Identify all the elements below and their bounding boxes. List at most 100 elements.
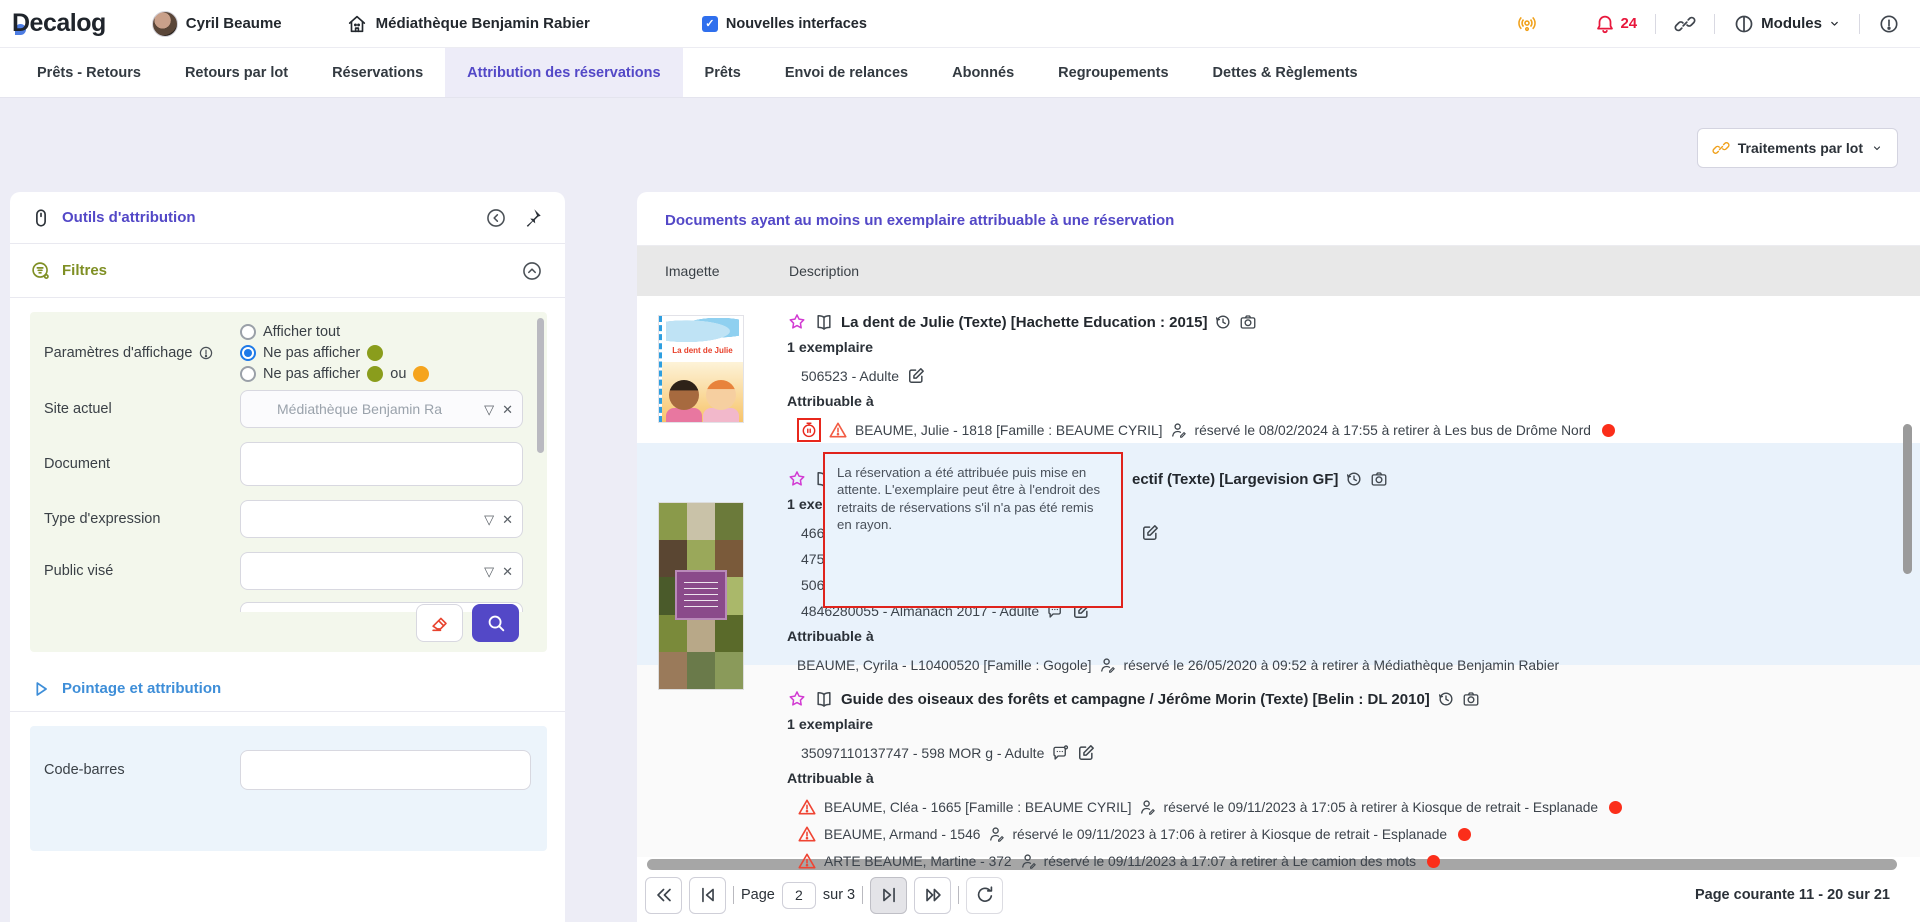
notification-count-badge: 24: [1620, 15, 1637, 32]
history-clock-icon[interactable]: [1214, 313, 1232, 331]
history-clock-icon[interactable]: [1345, 470, 1363, 488]
clear-icon[interactable]: ✕: [502, 565, 513, 578]
pointage-header[interactable]: Pointage et attribution: [10, 666, 565, 712]
document-title-fragment[interactable]: ectif (Texte) [Largevision GF]: [1132, 471, 1338, 488]
warning-icon[interactable]: [828, 420, 848, 440]
tab-abonnes[interactable]: Abonnés: [930, 48, 1036, 97]
history-clock-icon[interactable]: [1437, 690, 1455, 708]
holder-line[interactable]: BEAUME, Cléa - 1665 [Famille : BEAUME CY…: [787, 796, 1920, 818]
first-page-icon: [653, 884, 675, 906]
checkbox-checked-icon[interactable]: [702, 16, 718, 32]
type-expression-input[interactable]: [240, 500, 523, 538]
dropdown-icon[interactable]: ▽: [484, 403, 494, 416]
tab-prets[interactable]: Prêts: [683, 48, 763, 97]
next-page-button[interactable]: [870, 877, 907, 914]
filters-title: Filtres: [62, 262, 107, 279]
refresh-button[interactable]: [966, 877, 1003, 914]
person-reserve-icon[interactable]: [1098, 656, 1116, 674]
user-menu[interactable]: Cyril Beaume: [152, 11, 282, 37]
document-input[interactable]: [240, 442, 523, 486]
clear-icon[interactable]: ✕: [502, 513, 513, 526]
batch-actions-button[interactable]: Traitements par lot: [1697, 128, 1898, 168]
tab-reservations[interactable]: Réservations: [310, 48, 445, 97]
camera-icon[interactable]: [1462, 690, 1480, 708]
tab-regroupements[interactable]: Regroupements: [1036, 48, 1190, 97]
info-icon[interactable]: [1878, 13, 1900, 35]
person-reserve-icon[interactable]: [1138, 798, 1156, 816]
modules-menu[interactable]: Modules: [1733, 13, 1841, 35]
type-expression-label: Type d'expression: [44, 511, 240, 527]
holder-line[interactable]: BEAUME, Julie - 1818 [Famille : BEAUME C…: [787, 419, 1920, 441]
person-reserve-icon[interactable]: [1169, 421, 1187, 439]
rfid-icon[interactable]: [1516, 13, 1538, 35]
camera-icon[interactable]: [1239, 313, 1257, 331]
previous-page-button[interactable]: [689, 877, 726, 914]
warning-icon[interactable]: [797, 797, 817, 817]
document-row[interactable]: Guide des oiseaux des forêts et campagne…: [637, 665, 1920, 857]
collapse-filters-button[interactable]: [519, 258, 545, 284]
holder-line[interactable]: BEAUME, Armand - 1546 réservé le 09/11/2…: [787, 823, 1920, 845]
warning-icon[interactable]: [797, 851, 817, 871]
clear-filters-button[interactable]: [416, 604, 463, 642]
pin-icon[interactable]: [519, 205, 545, 231]
edit-icon[interactable]: [1140, 523, 1160, 543]
radio-ne-pas-afficher-vert[interactable]: Ne pas afficher: [240, 345, 429, 361]
tab-retours-par-lot[interactable]: Retours par lot: [163, 48, 310, 97]
site-input[interactable]: [240, 390, 523, 428]
person-reserve-icon[interactable]: [1019, 852, 1037, 870]
tab-attribution-des-reservations[interactable]: Attribution des réservations: [445, 48, 682, 97]
star-icon[interactable]: [787, 469, 807, 489]
warning-icon[interactable]: [797, 824, 817, 844]
star-icon[interactable]: [787, 312, 807, 332]
last-page-button[interactable]: [914, 877, 951, 914]
document-title[interactable]: La dent de Julie (Texte) [Hachette Educa…: [841, 314, 1207, 331]
pagination-divider: [862, 886, 863, 904]
edit-icon[interactable]: [906, 366, 926, 386]
site-selector[interactable]: Médiathèque Benjamin Rabier: [346, 13, 590, 35]
barcode-input[interactable]: [240, 750, 531, 790]
app-logo[interactable]: Decalog: [12, 9, 106, 38]
attributed-paused-flag-icon[interactable]: [797, 418, 821, 442]
dropdown-icon[interactable]: ▽: [484, 513, 494, 526]
filters-header[interactable]: Filtres: [10, 244, 565, 298]
radio-unselected[interactable]: [240, 366, 256, 382]
document-row[interactable]: La dent de Julie La dent de Julie (Texte…: [637, 296, 1920, 443]
tab-prets-retours[interactable]: Prêts - Retours: [15, 48, 163, 97]
public-vise-input[interactable]: [240, 552, 523, 590]
list-vertical-scrollbar[interactable]: [1903, 424, 1912, 574]
tools-title: Outils d'attribution: [62, 209, 196, 226]
radio-ne-pas-afficher-vert-ou-orange[interactable]: Ne pas afficher ou: [240, 366, 429, 382]
collapse-panel-button[interactable]: [483, 205, 509, 231]
top-bar: Decalog Cyril Beaume Médiathèque Benjami…: [0, 0, 1920, 48]
comment-icon[interactable]: [1051, 744, 1069, 762]
reservation-info: réservé le 09/11/2023 à 17:07 à retirer …: [1044, 854, 1416, 869]
clear-icon[interactable]: ✕: [502, 403, 513, 416]
radio-unselected[interactable]: [240, 324, 256, 340]
page-input[interactable]: [782, 882, 816, 909]
item-code: 35097110137747 - 598 MOR g - Adulte: [801, 745, 1044, 761]
document-title[interactable]: Guide des oiseaux des forêts et campagne…: [841, 691, 1430, 708]
radio-selected[interactable]: [240, 345, 256, 361]
star-icon[interactable]: [787, 689, 807, 709]
first-page-button[interactable]: [645, 877, 682, 914]
dropdown-icon[interactable]: ▽: [484, 565, 494, 578]
tab-dettes-reglements[interactable]: Dettes & Règlements: [1191, 48, 1380, 97]
edit-icon[interactable]: [1076, 743, 1096, 763]
new-ui-toggle[interactable]: Nouvelles interfaces: [702, 16, 867, 32]
attributable-label: Attribuable à: [787, 771, 1920, 791]
radio-afficher-tout[interactable]: Afficher tout: [240, 324, 429, 340]
person-reserve-icon[interactable]: [987, 825, 1005, 843]
notifications-button[interactable]: 24: [1594, 13, 1637, 35]
holder-line[interactable]: ARTE BEAUME, Martine - 372 réservé le 09…: [787, 850, 1920, 872]
tab-envoi-de-relances[interactable]: Envoi de relances: [763, 48, 930, 97]
link-icon[interactable]: [1674, 13, 1696, 35]
copies-count: 1 exemplaire: [787, 340, 1920, 360]
tools-header: Outils d'attribution: [10, 192, 565, 244]
filters-scrollbar[interactable]: [537, 318, 544, 453]
attributable-label: Attribuable à: [787, 394, 1920, 414]
camera-icon[interactable]: [1370, 470, 1388, 488]
search-button[interactable]: [472, 604, 519, 642]
info-icon[interactable]: [198, 345, 214, 361]
holder-line[interactable]: BEAUME, Cyrila - L10400520 [Famille : Go…: [787, 654, 1920, 676]
app-root: Decalog Cyril Beaume Médiathèque Benjami…: [0, 0, 1920, 922]
